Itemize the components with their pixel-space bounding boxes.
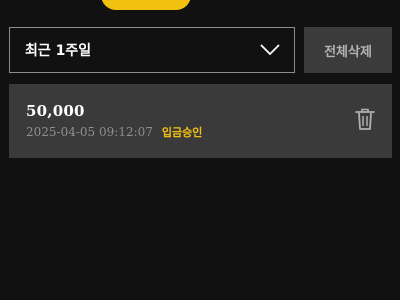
period-select[interactable]: 최근 1주일 [9, 27, 295, 73]
record-timestamp: 2025-04-05 09:12:07 [26, 125, 153, 139]
record-meta: 2025-04-05 09:12:07 입금승인 [26, 124, 202, 140]
chevron-down-icon [260, 44, 280, 56]
status-badge: 입금승인 [161, 126, 203, 139]
delete-all-button[interactable]: 전체삭제 [304, 27, 392, 73]
record-amount: 50,000 [26, 102, 85, 120]
delete-record-button[interactable] [355, 107, 375, 135]
deposit-history-page: 최근 1주일 전체삭제 50,000 2025-04-05 09:12:07 입… [0, 0, 400, 300]
list-item: 50,000 2025-04-05 09:12:07 입금승인 [9, 84, 392, 158]
top-action-pill[interactable] [101, 0, 191, 10]
trash-icon [355, 107, 375, 135]
period-select-label: 최근 1주일 [25, 43, 92, 59]
